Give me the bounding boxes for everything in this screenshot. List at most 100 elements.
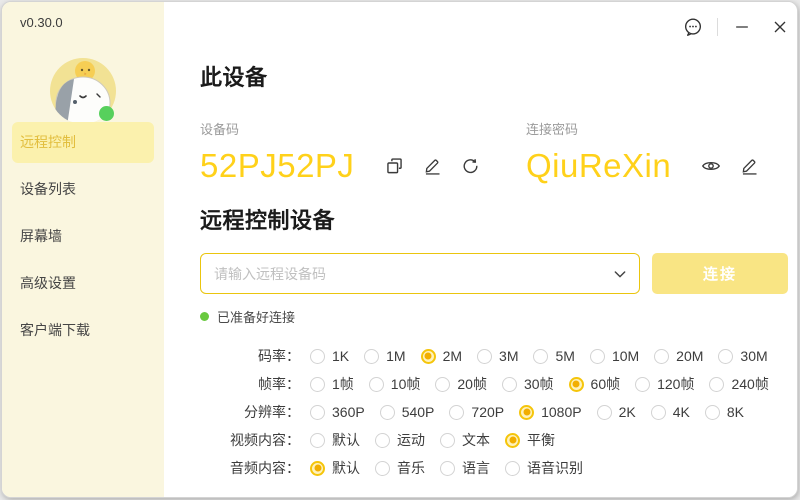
radio-label: 语言: [462, 458, 490, 478]
radio-option[interactable]: 默认: [310, 458, 360, 478]
app-window: v0.30.0 远程控制设备列表屏幕墙高级设置客户端下载: [1, 1, 798, 498]
radio-label: 2M: [443, 348, 462, 364]
radio-option[interactable]: 文本: [440, 430, 490, 450]
radio-option[interactable]: 运动: [375, 430, 425, 450]
radio-label: 1080P: [541, 404, 581, 420]
radio-icon: [590, 349, 605, 364]
remote-code-input[interactable]: [200, 253, 640, 294]
radio-option[interactable]: 8K: [705, 404, 744, 420]
chevron-down-icon[interactable]: [612, 266, 628, 282]
options-panel: 码率：1K1M2M3M5M10M20M30M帧率：1帧10帧20帧30帧60帧1…: [230, 342, 788, 482]
sidebar-item[interactable]: 屏幕墙: [12, 216, 154, 257]
radio-label: 1K: [332, 348, 349, 364]
radio-option[interactable]: 120帧: [635, 374, 694, 394]
radio-option[interactable]: 1帧: [310, 374, 354, 394]
radio-label: 8K: [727, 404, 744, 420]
radio-option[interactable]: 5M: [533, 348, 574, 364]
radio-label: 720P: [471, 404, 504, 420]
remote-control-title: 远程控制设备: [200, 203, 788, 235]
radio-option[interactable]: 平衡: [505, 430, 555, 450]
this-device-title: 此设备: [200, 60, 788, 92]
radio-option[interactable]: 1080P: [519, 404, 581, 420]
radio-option[interactable]: 30M: [718, 348, 767, 364]
option-row: 帧率： 1帧 10帧 20帧 30帧 60帧 120帧 240帧: [230, 370, 788, 398]
radio-icon: [310, 377, 325, 392]
radio-icon: [505, 461, 520, 476]
device-code-label: 设备码: [200, 119, 526, 138]
radio-option[interactable]: 20M: [654, 348, 703, 364]
radio-option[interactable]: 60帧: [569, 374, 621, 394]
option-row-label: 音频内容：: [230, 458, 300, 478]
radio-icon: [310, 405, 325, 420]
option-row-label: 视频内容：: [230, 430, 300, 450]
radio-option[interactable]: 30帧: [502, 374, 554, 394]
radio-option[interactable]: 10M: [590, 348, 639, 364]
radio-option[interactable]: 720P: [449, 404, 504, 420]
refresh-icon[interactable]: [458, 154, 482, 178]
radio-option[interactable]: 2M: [421, 348, 462, 364]
radio-icon: [651, 405, 666, 420]
radio-label: 10M: [612, 348, 639, 364]
radio-label: 540P: [402, 404, 435, 420]
feedback-chat-icon[interactable]: [679, 14, 707, 40]
radio-option[interactable]: 2K: [597, 404, 636, 420]
option-row: 分辨率：360P540P720P1080P2K4K8K: [230, 398, 788, 426]
option-row: 视频内容： 默认 运动 文本平衡: [230, 426, 788, 454]
titlebar-controls: [679, 14, 794, 40]
radio-option[interactable]: 540P: [380, 404, 435, 420]
radio-icon: [477, 349, 492, 364]
radio-option[interactable]: 4K: [651, 404, 690, 420]
remote-code-input-wrap: [200, 253, 640, 294]
radio-icon: [369, 377, 384, 392]
radio-label: 运动: [397, 430, 425, 450]
connect-button[interactable]: 连接: [652, 253, 788, 294]
radio-icon: [375, 433, 390, 448]
radio-option[interactable]: 20帧: [435, 374, 487, 394]
radio-icon: [533, 349, 548, 364]
titlebar-divider: [717, 18, 718, 36]
radio-option[interactable]: 语音识别: [505, 458, 583, 478]
radio-option[interactable]: 1M: [364, 348, 405, 364]
radio-label: 5M: [555, 348, 574, 364]
radio-icon: [440, 433, 455, 448]
copy-icon[interactable]: [382, 154, 406, 178]
radio-label: 文本: [462, 430, 490, 450]
radio-label: 4K: [673, 404, 690, 420]
radio-option[interactable]: 音乐: [375, 458, 425, 478]
radio-icon: [380, 405, 395, 420]
radio-label: 20M: [676, 348, 703, 364]
app-version: v0.30.0: [20, 15, 63, 30]
option-row-label: 帧率：: [230, 374, 300, 394]
minimize-icon[interactable]: [728, 14, 756, 40]
radio-option[interactable]: 3M: [477, 348, 518, 364]
radio-option[interactable]: 360P: [310, 404, 365, 420]
sidebar-item[interactable]: 高级设置: [12, 263, 154, 304]
radio-icon: [435, 377, 450, 392]
radio-icon: [310, 433, 325, 448]
avatar[interactable]: [50, 58, 116, 124]
radio-label: 默认: [332, 430, 360, 450]
radio-label: 音乐: [397, 458, 425, 478]
radio-icon: [375, 461, 390, 476]
radio-option[interactable]: 240帧: [709, 374, 768, 394]
option-row: 音频内容： 默认 音乐 语言语音识别: [230, 454, 788, 482]
option-choices: 360P 540P 720P 1080P 2K 4K 8K: [310, 404, 744, 420]
edit-icon[interactable]: [420, 154, 444, 178]
close-icon[interactable]: [766, 14, 794, 40]
sidebar-item[interactable]: 远程控制: [12, 122, 154, 163]
edit-icon[interactable]: [737, 154, 761, 178]
radio-option[interactable]: 1K: [310, 348, 349, 364]
radio-label: 1M: [386, 348, 405, 364]
radio-option[interactable]: 默认: [310, 430, 360, 450]
option-row: 码率：1K1M2M3M5M10M20M30M: [230, 342, 788, 370]
sidebar-item[interactable]: 设备列表: [12, 169, 154, 210]
radio-icon: [635, 377, 650, 392]
radio-option[interactable]: 语言: [440, 458, 490, 478]
sidebar-item[interactable]: 客户端下载: [12, 310, 154, 351]
radio-label: 30帧: [524, 374, 554, 394]
radio-icon: [718, 349, 733, 364]
status-dot-icon: [200, 312, 209, 321]
eye-icon[interactable]: [699, 154, 723, 178]
radio-option[interactable]: 10帧: [369, 374, 421, 394]
option-choices: 默认 音乐 语言语音识别: [310, 458, 583, 478]
